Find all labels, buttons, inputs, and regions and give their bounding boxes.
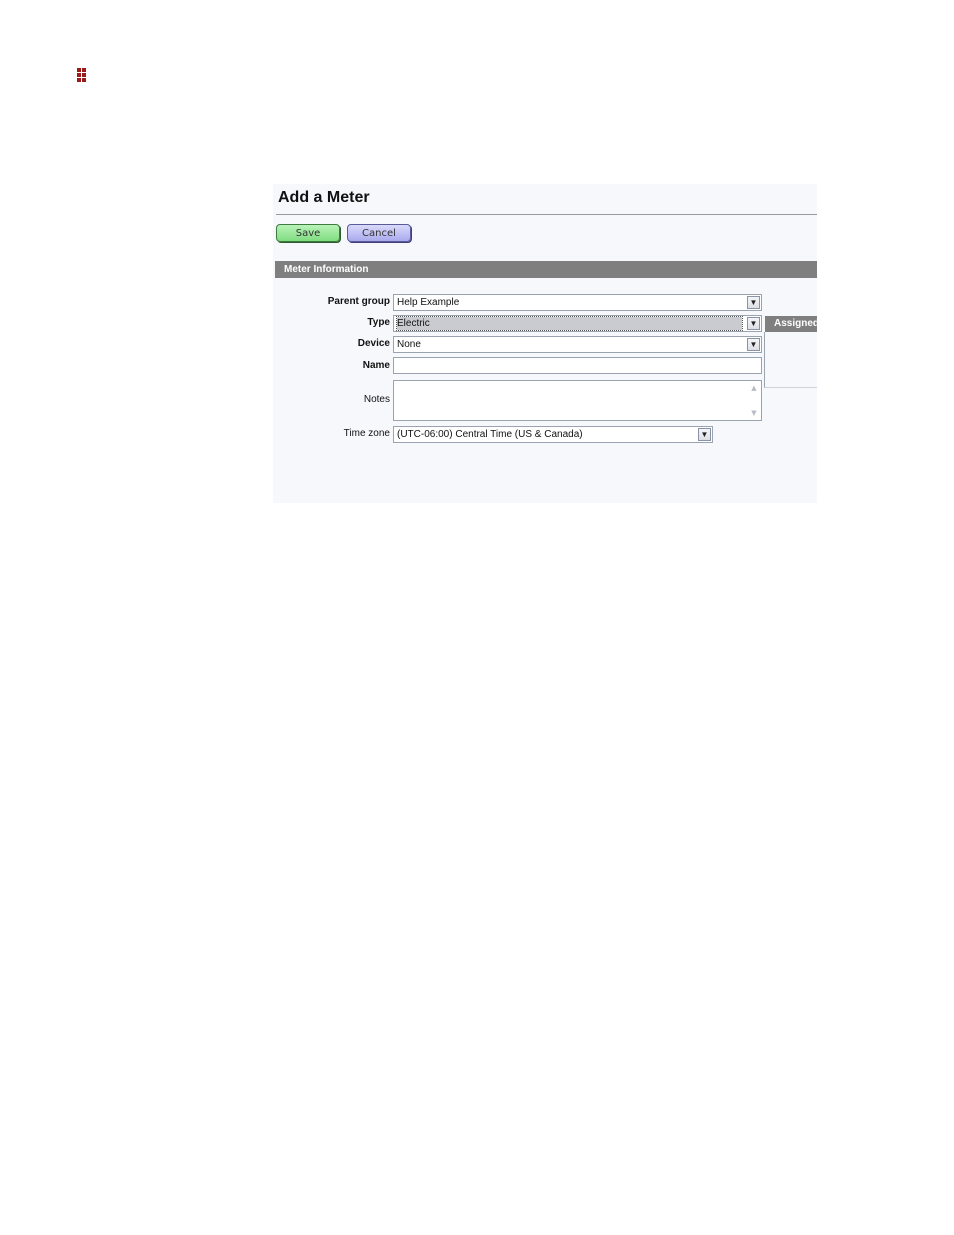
cancel-button[interactable]: Cancel (347, 224, 411, 242)
device-select[interactable]: None ▼ (393, 336, 762, 353)
parent-group-value: Help Example (397, 297, 460, 308)
parent-group-select[interactable]: Help Example ▼ (393, 294, 762, 311)
scroll-up-icon[interactable]: ▲ (748, 382, 760, 394)
type-select[interactable]: Electric ▼ (393, 315, 762, 332)
type-label: Type (367, 317, 390, 328)
assigned-panel (764, 332, 817, 388)
add-meter-panel: Add a Meter Save Cancel Meter Informatio… (273, 184, 817, 503)
title-divider (276, 214, 817, 215)
assigned-panel-header: Assigned (765, 316, 817, 332)
notes-label: Notes (363, 394, 390, 405)
brand-grid-icon (77, 68, 89, 86)
chevron-down-icon[interactable]: ▼ (747, 317, 760, 330)
notes-textarea[interactable]: ▲ ▼ (393, 380, 762, 421)
time-zone-value: (UTC-06:00) Central Time (US & Canada) (397, 429, 583, 440)
device-label: Device (357, 338, 390, 349)
page-title: Add a Meter (278, 189, 370, 206)
chevron-down-icon[interactable]: ▼ (747, 338, 760, 351)
section-header-meter-information: Meter Information (275, 261, 817, 278)
time-zone-select[interactable]: (UTC-06:00) Central Time (US & Canada) ▼ (393, 426, 713, 443)
name-input[interactable] (393, 357, 762, 374)
scroll-down-icon[interactable]: ▼ (748, 407, 760, 419)
save-button[interactable]: Save (276, 224, 340, 242)
time-zone-label: Time zone (343, 428, 390, 439)
parent-group-label: Parent group (327, 296, 390, 307)
name-label: Name (362, 360, 390, 371)
device-value: None (397, 339, 421, 350)
chevron-down-icon[interactable]: ▼ (747, 296, 760, 309)
type-value: Electric (396, 316, 743, 331)
chevron-down-icon[interactable]: ▼ (698, 428, 711, 441)
